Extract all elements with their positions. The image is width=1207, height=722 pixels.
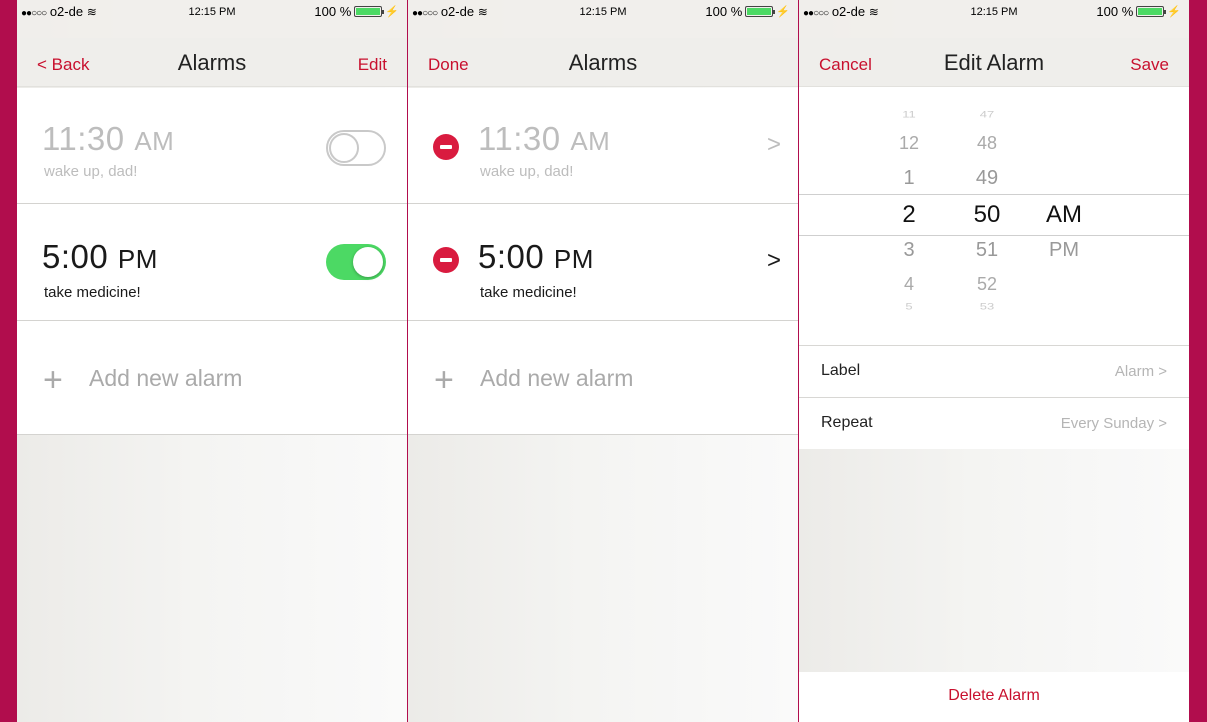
picker-hour[interactable]: 4: [889, 274, 929, 295]
alarm-label: take medicine!: [480, 284, 577, 301]
add-alarm-label: Add new alarm: [480, 365, 634, 391]
status-time: 12:15 PM: [579, 6, 627, 18]
save-button[interactable]: Save: [1130, 55, 1169, 75]
status-bar: ●●○○○ o2-de ≋ 12:15 PM 100 % ⚡: [799, 0, 1189, 38]
alarm-label: take medicine!: [44, 284, 141, 301]
picker-hour-selected[interactable]: 2: [889, 201, 929, 229]
alarm-row[interactable]: 11:30 AM wake up, dad!: [17, 88, 407, 204]
repeat-row-value: Every Sunday >: [1060, 415, 1167, 432]
label-row-title: Label: [821, 362, 861, 379]
wifi-icon: ≋: [86, 5, 97, 19]
status-time: 12:15 PM: [970, 6, 1018, 18]
charging-bolt-icon: ⚡: [776, 6, 790, 18]
alarm-row[interactable]: 11:30 AM wake up, dad! >: [408, 88, 798, 204]
label-row-value: Alarm >: [1114, 363, 1167, 380]
picker-period-selected[interactable]: AM: [1039, 201, 1089, 229]
battery-status: 100 % ⚡: [705, 4, 790, 19]
page-title: Alarms: [177, 50, 247, 75]
picker-hour[interactable]: 12: [889, 133, 929, 154]
alarms-screen: ●●○○○ o2-de ≋ 12:15 PM 100 % ⚡ < Back Al…: [17, 0, 407, 722]
battery-icon: [745, 6, 776, 17]
edit-button[interactable]: Edit: [358, 55, 387, 75]
battery-icon: [354, 6, 385, 17]
page-title: Alarms: [568, 50, 638, 75]
nav-bar: Cancel Edit Alarm Save: [799, 38, 1189, 87]
delete-alarm-button[interactable]: Delete Alarm: [799, 672, 1189, 722]
picker-minute[interactable]: 49: [967, 167, 1007, 190]
alarm-time: 5:00 PM: [478, 238, 594, 275]
alarm-row[interactable]: 5:00 PM take medicine! >: [408, 204, 798, 321]
chevron-right-icon: >: [767, 131, 782, 158]
alarm-toggle[interactable]: [326, 244, 386, 280]
carrier: ●●○○○ o2-de ≋: [21, 4, 97, 19]
picker-minute[interactable]: 52: [967, 274, 1007, 295]
plus-icon: +: [434, 361, 454, 399]
alarm-label: wake up, dad!: [480, 163, 574, 180]
picker-hour[interactable]: 5: [889, 301, 929, 312]
label-row[interactable]: Label Alarm >: [799, 345, 1189, 397]
alarm-toggle[interactable]: [326, 130, 386, 166]
status-bar: ●●○○○ o2-de ≋ 12:15 PM 100 % ⚡: [408, 0, 798, 38]
carrier: ●●○○○ o2-de ≋: [412, 4, 488, 19]
add-alarm-button[interactable]: + Add new alarm: [17, 321, 407, 435]
wifi-icon: ≋: [477, 5, 488, 19]
repeat-row[interactable]: Repeat Every Sunday >: [799, 397, 1189, 449]
picker-period[interactable]: PM: [1039, 239, 1089, 262]
picker-minute[interactable]: 51: [967, 239, 1007, 262]
chevron-right-icon: >: [767, 247, 782, 274]
repeat-row-title: Repeat: [821, 414, 873, 431]
alarms-edit-screen: ●●○○○ o2-de ≋ 12:15 PM 100 % ⚡ Done Alar…: [408, 0, 798, 722]
signal-dots-icon: ●●○○○: [412, 8, 438, 19]
status-time: 12:15 PM: [188, 6, 236, 18]
wifi-icon: ≋: [868, 5, 879, 19]
alarm-time: 5:00 PM: [42, 238, 158, 275]
minus-circle-icon[interactable]: [433, 247, 459, 273]
picker-hour[interactable]: 3: [889, 239, 929, 262]
carrier: ●●○○○ o2-de ≋: [803, 4, 879, 19]
add-alarm-button[interactable]: + Add new alarm: [408, 321, 798, 435]
battery-status: 100 % ⚡: [1096, 4, 1181, 19]
signal-dots-icon: ●●○○○: [21, 8, 47, 19]
nav-bar: < Back Alarms Edit: [17, 38, 407, 87]
picker-hour[interactable]: 1: [889, 167, 929, 190]
charging-bolt-icon: ⚡: [1167, 6, 1181, 18]
charging-bolt-icon: ⚡: [385, 6, 399, 18]
plus-icon: +: [43, 361, 63, 399]
battery-status: 100 % ⚡: [314, 4, 399, 19]
picker-minute[interactable]: 53: [967, 301, 1007, 312]
minus-circle-icon[interactable]: [433, 134, 459, 160]
alarm-time: 11:30 AM: [478, 120, 611, 157]
picker-minute-selected[interactable]: 50: [967, 201, 1007, 229]
nav-bar: Done Alarms: [408, 38, 798, 87]
edit-alarm-screen: ●●○○○ o2-de ≋ 12:15 PM 100 % ⚡ Cancel Ed…: [799, 0, 1189, 722]
picker-minute[interactable]: 48: [967, 133, 1007, 154]
alarm-label: wake up, dad!: [44, 163, 138, 180]
battery-icon: [1136, 6, 1167, 17]
delete-alarm-label: Delete Alarm: [948, 687, 1040, 704]
status-bar: ●●○○○ o2-de ≋ 12:15 PM 100 % ⚡: [17, 0, 407, 38]
time-picker[interactable]: 11 12 1 2 3 4 5 47 48 49 50 51 52 53 AM …: [799, 87, 1189, 345]
picker-minute[interactable]: 47: [967, 109, 1007, 120]
add-alarm-label: Add new alarm: [89, 365, 243, 391]
alarm-row[interactable]: 5:00 PM take medicine!: [17, 204, 407, 321]
picker-hour[interactable]: 11: [889, 109, 929, 120]
signal-dots-icon: ●●○○○: [803, 8, 829, 19]
alarm-time: 11:30 AM: [42, 120, 175, 157]
